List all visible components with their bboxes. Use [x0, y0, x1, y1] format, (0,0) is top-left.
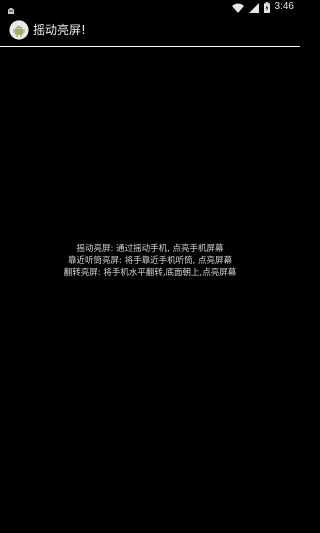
android-robot-icon — [9, 20, 29, 40]
instruction-shake: 摇动亮屏: 通过摇动手机, 点亮手机屏幕 — [76, 244, 224, 254]
app-bar: 摇动亮屏! — [0, 14, 300, 47]
app-title: 摇动亮屏! — [33, 23, 86, 37]
status-icons: 3:46 — [231, 1, 294, 13]
usb-debug-icon — [6, 2, 16, 17]
instructions: 摇动亮屏: 通过摇动手机, 点亮手机屏幕 靠近听筒亮屏: 将手靠近手机听筒, 点… — [0, 243, 300, 279]
instruction-proximity: 靠近听筒亮屏: 将手靠近手机听筒, 点亮屏幕 — [68, 256, 232, 266]
screen: 3:46 摇动亮屏! 摇动亮屏: 通过摇动手机, 点亮手机屏幕 靠近听筒亮屏: — [0, 0, 300, 533]
status-time: 3:46 — [274, 1, 294, 12]
instruction-flip: 翻转亮屏: 将手机水平翻转,底面朝上,点亮屏幕 — [63, 268, 237, 278]
status-bar: 3:46 — [0, 0, 300, 17]
